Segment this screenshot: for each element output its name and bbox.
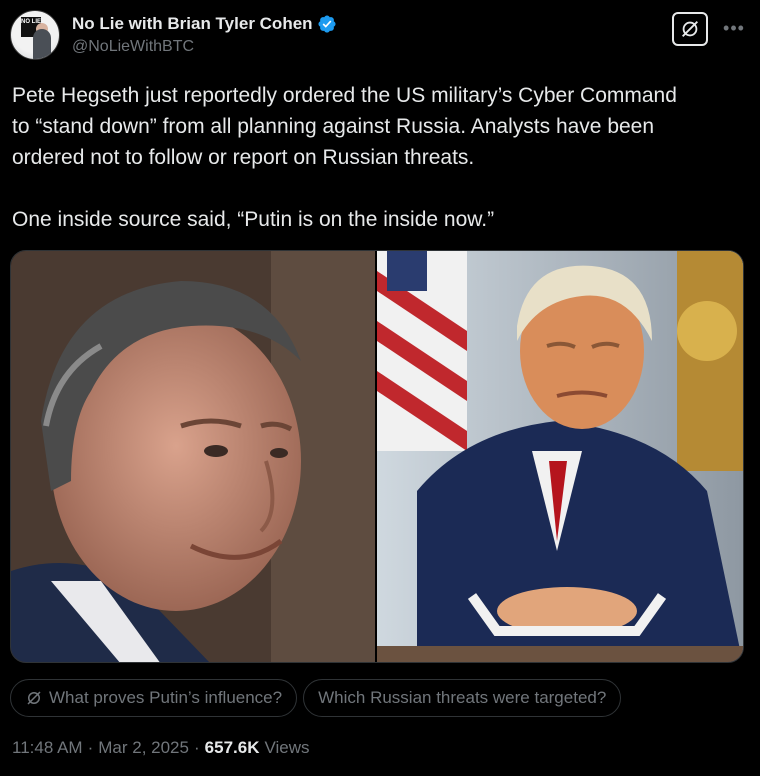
handle[interactable]: @NoLieWithBTC bbox=[72, 38, 194, 56]
views-count: 657.6K bbox=[204, 738, 260, 757]
suggestion-chips: What proves Putin’s influence? Which Rus… bbox=[10, 679, 622, 717]
grok-icon bbox=[27, 691, 41, 705]
avatar[interactable]: NO LIE bbox=[10, 10, 60, 60]
more-icon: ••• bbox=[723, 17, 745, 38]
tweet-meta: 11:48 AM · Mar 2, 2025 · 657.6K Views bbox=[12, 738, 310, 758]
avatar-body bbox=[33, 29, 51, 59]
more-button[interactable]: ••• bbox=[720, 14, 748, 42]
meta-separator: · bbox=[87, 738, 94, 757]
views-label: Views bbox=[264, 738, 310, 757]
display-name[interactable]: No Lie with Brian Tyler Cohen bbox=[72, 14, 313, 34]
tweet-date[interactable]: Mar 2, 2025 bbox=[98, 738, 189, 758]
grok-button[interactable] bbox=[672, 12, 708, 46]
photo-right[interactable] bbox=[377, 251, 743, 662]
meta-separator: · bbox=[193, 738, 200, 757]
name-row: No Lie with Brian Tyler Cohen bbox=[72, 14, 337, 34]
media-grid[interactable] bbox=[10, 250, 744, 663]
verified-badge-icon bbox=[318, 15, 336, 33]
suggestion-chip-label: Which Russian threats were targeted? bbox=[318, 688, 607, 707]
photo-right-illustration bbox=[377, 251, 743, 662]
grok-icon bbox=[682, 21, 698, 37]
photo-left-illustration bbox=[11, 251, 375, 662]
tweet-header: NO LIE No Lie with Brian Tyler Cohen @No… bbox=[10, 10, 750, 62]
tweet-time[interactable]: 11:48 AM bbox=[12, 738, 83, 758]
photo-left[interactable] bbox=[11, 251, 377, 662]
tweet-text: Pete Hegseth just reportedly ordered the… bbox=[12, 84, 677, 231]
suggestion-chip-label: What proves Putin’s influence? bbox=[49, 688, 283, 707]
suggestion-chip-putin-influence[interactable]: What proves Putin’s influence? bbox=[10, 679, 298, 717]
suggestion-chip-russian-threats[interactable]: Which Russian threats were targeted? bbox=[303, 679, 622, 717]
